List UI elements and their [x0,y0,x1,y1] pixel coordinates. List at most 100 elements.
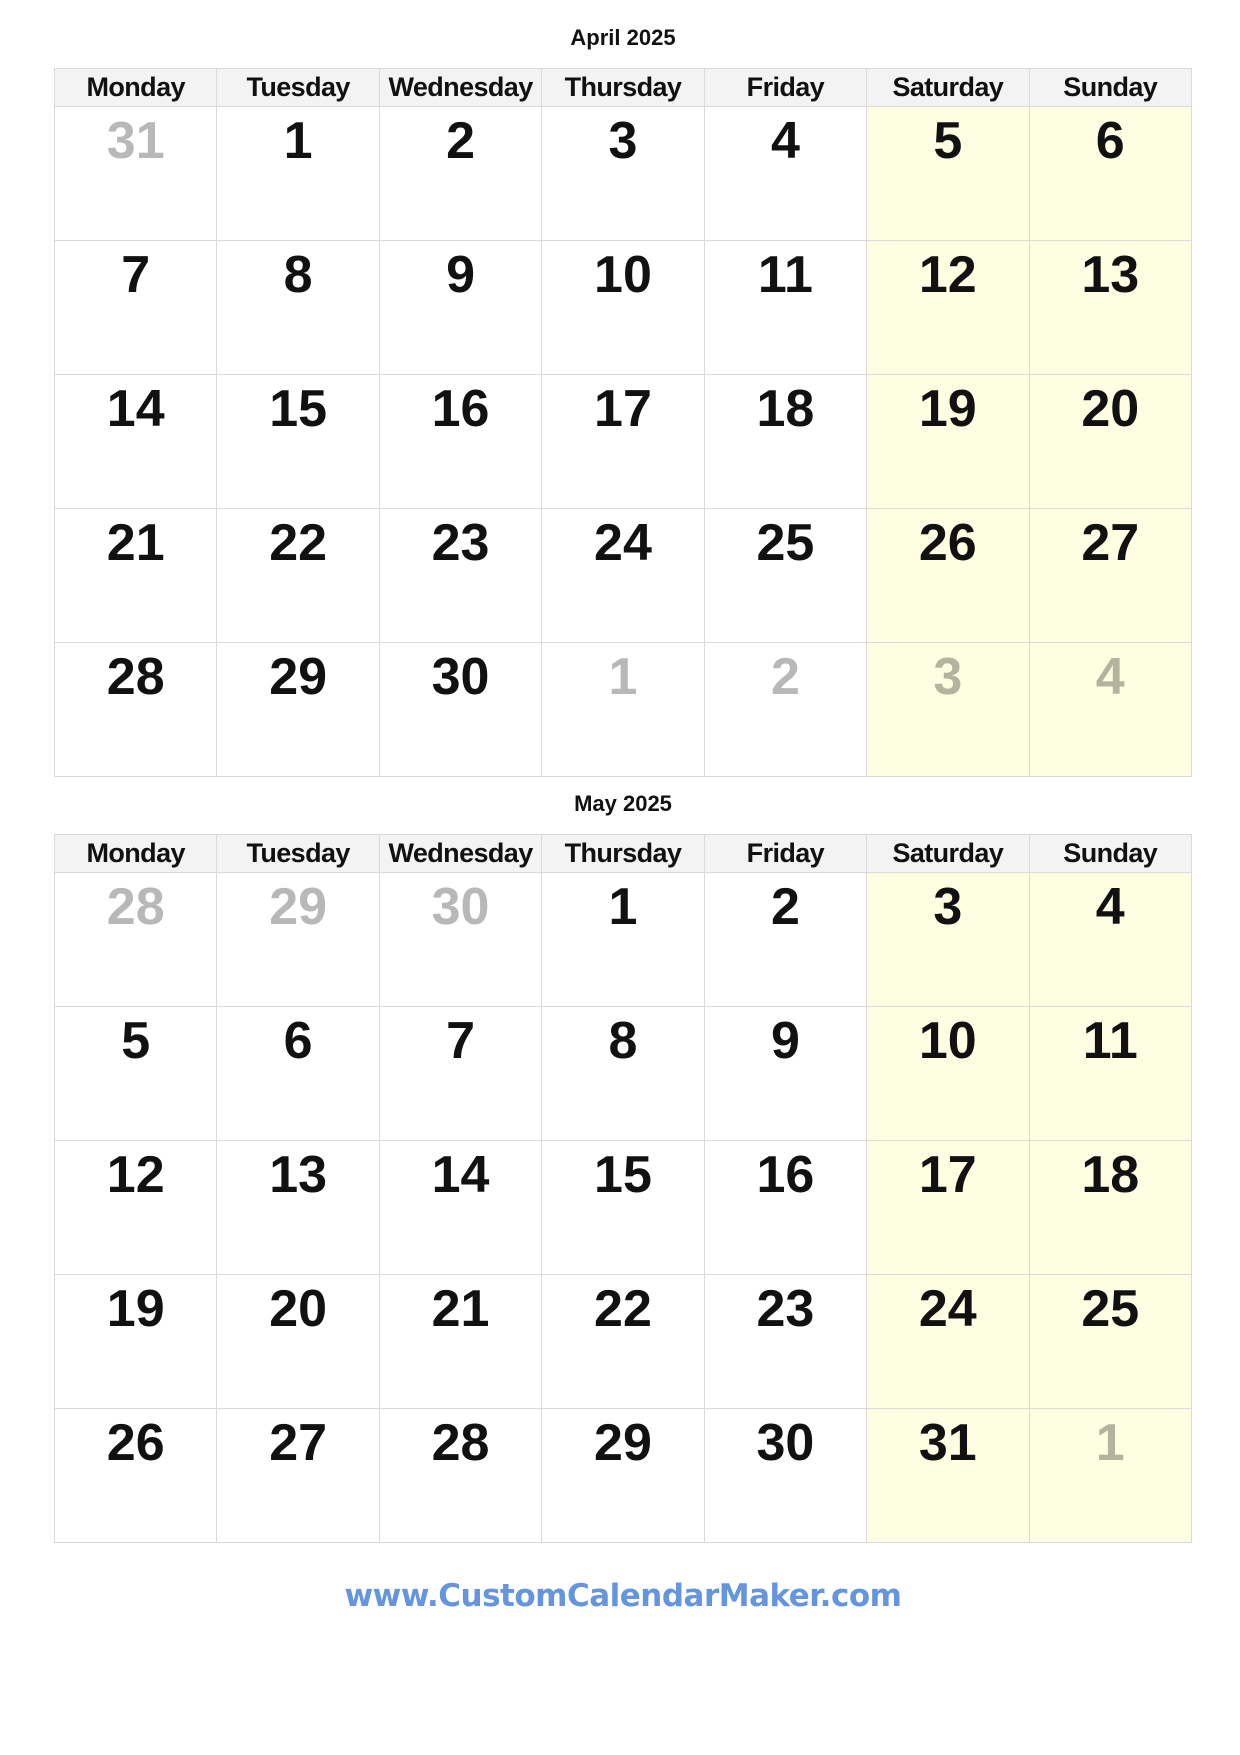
day-cell: 26 [53,1408,218,1543]
day-number-other-month: 2 [770,648,800,706]
day-number: 24 [918,1280,977,1338]
day-cell: 14 [53,374,218,509]
day-cell: 20 [216,1274,380,1409]
weekday-header-tuesday: Tuesday [216,834,380,873]
day-number-other-month: 28 [106,878,165,936]
day-number: 14 [106,380,165,438]
day-number: 4 [1095,878,1125,936]
day-number: 18 [1081,1146,1140,1204]
week-row: 12 13 14 15 16 17 18 [53,1140,1193,1275]
day-cell: 16 [378,374,543,509]
day-number: 4 [770,112,800,170]
day-number: 17 [594,380,652,438]
day-number: 9 [770,1012,800,1070]
day-cell: 3 [541,106,705,241]
day-cell: 4 [1028,642,1193,777]
day-number: 17 [918,1146,977,1204]
day-cell: 23 [378,508,543,643]
day-cell: 16 [703,1140,868,1275]
day-number: 11 [757,246,813,304]
day-cell: 23 [703,1274,868,1409]
weekday-header-saturday: Saturday [866,68,1030,107]
day-cell: 17 [541,374,705,509]
day-cell: 21 [53,508,218,643]
day-cell: 27 [216,1408,380,1543]
day-cell: 28 [53,642,218,777]
day-cell: 1 [1028,1408,1193,1543]
day-number: 1 [283,112,313,170]
day-number-other-month: 3 [933,648,963,706]
day-cell: 1 [541,642,705,777]
day-cell: 1 [216,106,380,241]
day-number: 12 [106,1146,165,1204]
day-cell: 10 [866,1006,1030,1141]
day-number: 10 [918,1012,977,1070]
weekday-header-friday: Friday [703,68,868,107]
weekday-header-saturday: Saturday [866,834,1030,873]
day-cell: 7 [378,1006,543,1141]
day-cell: 9 [703,1006,868,1141]
day-cell: 24 [541,508,705,643]
day-cell: 28 [53,872,218,1007]
day-number: 23 [431,514,490,572]
month-title-april: April 2025 [570,25,676,50]
day-number: 3 [608,112,638,170]
day-number: 19 [918,380,977,438]
day-cell: 2 [703,642,868,777]
day-cell: 29 [216,872,380,1007]
day-number: 24 [594,514,652,572]
day-cell: 18 [703,374,868,509]
weekday-header-row: Monday Tuesday Wednesday Thursday Friday Satu… [53,68,1193,107]
day-cell: 7 [53,240,218,375]
week-row: 26 27 28 29 30 31 1 [53,1408,1193,1543]
day-cell: 15 [541,1140,705,1275]
day-cell: 5 [866,106,1030,241]
day-number: 25 [1081,1280,1140,1338]
day-cell: 19 [866,374,1030,509]
day-number: 26 [106,1414,165,1472]
weekday-header-monday: Monday [53,834,218,873]
day-cell: 25 [703,508,868,643]
day-number: 15 [594,1146,652,1204]
day-cell: 1 [541,872,705,1007]
day-number-other-month: 30 [431,878,490,936]
weekday-header-row: Monday Tuesday Wednesday Thursday Friday Satu… [53,834,1193,873]
day-number: 30 [431,648,490,706]
week-row: 28 29 30 1 2 3 4 [53,872,1193,1007]
day-cell: 21 [378,1274,543,1409]
day-cell: 31 [53,106,218,241]
day-cell: 30 [378,642,543,777]
day-number: 16 [431,380,490,438]
calendar-april: Monday Tuesday Wednesday Thursday Friday Satu… [53,68,1193,777]
day-number: 23 [756,1280,815,1338]
day-cell: 2 [378,106,543,241]
day-number: 13 [1081,246,1140,304]
day-number-other-month: 4 [1095,648,1125,706]
day-cell: 6 [216,1006,380,1141]
day-number: 26 [918,514,977,572]
weekday-header-tuesday: Tuesday [216,68,380,107]
weekday-header-friday: Friday [703,834,868,873]
day-cell: 4 [703,106,868,241]
day-number: 28 [106,648,165,706]
day-cell: 10 [541,240,705,375]
day-cell: 12 [53,1140,218,1275]
day-number-other-month: 29 [269,878,328,936]
day-cell: 8 [541,1006,705,1141]
week-row: 21 22 23 24 25 26 27 [53,508,1193,643]
day-number: 20 [1081,380,1140,438]
day-cell: 3 [866,872,1030,1007]
day-number: 16 [756,1146,815,1204]
day-cell: 25 [1028,1274,1193,1409]
week-row: 5 6 7 8 9 10 11 [53,1006,1193,1141]
weekday-header-sunday: Sunday [1028,834,1193,873]
day-number: 12 [918,246,977,304]
weekday-header-thursday: Thursday [541,68,705,107]
day-number: 28 [431,1414,490,1472]
day-number: 5 [933,112,963,170]
day-cell: 20 [1028,374,1193,509]
day-cell: 13 [216,1140,380,1275]
day-number: 27 [269,1414,328,1472]
day-number: 14 [431,1146,490,1204]
day-cell: 24 [866,1274,1030,1409]
